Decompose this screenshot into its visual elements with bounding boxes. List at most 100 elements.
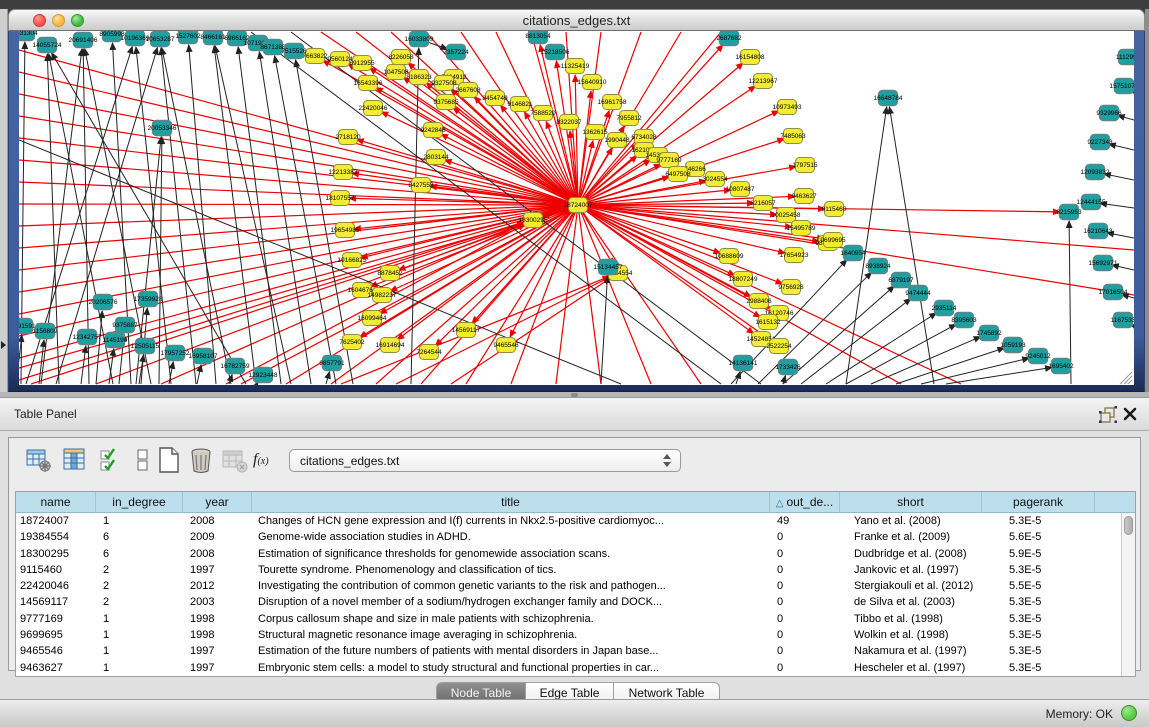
table-cell[interactable]: Franke et al. (2009) bbox=[840, 529, 982, 545]
table-cell[interactable]: de Silva et al. (2003) bbox=[840, 594, 982, 610]
table-cell[interactable]: Tourette syndrome. Phenomenology and cla… bbox=[252, 562, 770, 578]
graph-node[interactable]: 8427552 bbox=[408, 178, 434, 193]
graph-node[interactable]: 18107557 bbox=[326, 191, 355, 206]
graph-node[interactable]: 1145190 bbox=[103, 333, 128, 348]
citation-edge[interactable] bbox=[215, 46, 291, 384]
table-cell[interactable]: Genome-wide association studies in ADHD. bbox=[252, 529, 770, 545]
table-cell[interactable]: 1997 bbox=[183, 562, 252, 578]
graph-node[interactable]: 2803144 bbox=[423, 150, 449, 165]
graph-node[interactable]: 8454749 bbox=[482, 91, 508, 106]
scrollbar-thumb[interactable] bbox=[1124, 516, 1133, 535]
table-cell[interactable]: 0 bbox=[770, 529, 840, 545]
table-row[interactable]: 969969511998Structural magnetic resonanc… bbox=[16, 627, 1121, 643]
graph-node[interactable]: 9777169 bbox=[656, 153, 682, 168]
table-cell[interactable]: 2009 bbox=[183, 529, 252, 545]
table-cell[interactable]: 0 bbox=[770, 627, 840, 643]
table-cell[interactable]: 1998 bbox=[183, 611, 252, 627]
graph-node[interactable]: 1615132 bbox=[755, 315, 781, 330]
table-cell[interactable]: 0 bbox=[770, 562, 840, 578]
table-cell[interactable]: 9465546 bbox=[16, 643, 96, 659]
network-window-titlebar[interactable]: citations_edges.txt bbox=[8, 9, 1145, 31]
table-row[interactable]: 977716911998Corpus callosum shape and si… bbox=[16, 611, 1121, 627]
citation-edge-red[interactable] bbox=[396, 277, 610, 384]
table-cell[interactable]: 5.3E-5 bbox=[982, 513, 1095, 529]
canvas-resize-grip[interactable] bbox=[1128, 380, 1132, 384]
node-table[interactable]: namein_degreeyeartitle△out_de...shortpag… bbox=[15, 491, 1136, 677]
table-cell[interactable]: 0 bbox=[770, 546, 840, 562]
table-cell[interactable]: 5.3E-5 bbox=[982, 660, 1095, 676]
table-cell[interactable]: 49 bbox=[770, 513, 840, 529]
graph-node[interactable]: 9245012 bbox=[1025, 349, 1051, 364]
graph-node[interactable]: 6879197 bbox=[888, 273, 914, 288]
graph-node[interactable]: 9329966 bbox=[1096, 106, 1122, 121]
table-row[interactable]: 911546021997Tourette syndrome. Phenomeno… bbox=[16, 562, 1121, 578]
table-cell[interactable]: 5.5E-5 bbox=[982, 578, 1095, 594]
graph-node[interactable]: 6497508 bbox=[665, 167, 691, 182]
graph-node[interactable]: 12505115 bbox=[131, 339, 160, 354]
table-cell[interactable]: Yano et al. (2008) bbox=[840, 513, 982, 529]
table-cell[interactable]: 1 bbox=[96, 643, 183, 659]
graph-node[interactable]: 9375685 bbox=[433, 95, 459, 110]
table-cell[interactable]: 0 bbox=[770, 643, 840, 659]
close-panel-icon[interactable] bbox=[1122, 406, 1138, 422]
citation-edge-red[interactable] bbox=[511, 205, 578, 384]
graph-node[interactable]: 9857791 bbox=[319, 356, 345, 371]
graph-node[interactable]: 9242848 bbox=[420, 123, 446, 138]
graph-node[interactable]: 1831304 bbox=[19, 31, 38, 41]
graph-node[interactable]: 1695402 bbox=[1048, 359, 1074, 374]
graph-node[interactable]: 1167533 bbox=[1111, 313, 1134, 328]
citation-edge[interactable] bbox=[238, 47, 281, 384]
column-header-pagerank[interactable]: pagerank bbox=[982, 492, 1095, 513]
graph-node[interactable]: 20206576 bbox=[89, 295, 118, 310]
graph-node[interactable]: 12093832 bbox=[1081, 165, 1110, 180]
table-cell[interactable]: 5.3E-5 bbox=[982, 611, 1095, 627]
table-cell[interactable]: 1997 bbox=[183, 660, 252, 676]
graph-node[interactable]: 17016504 bbox=[1099, 285, 1128, 300]
graph-node[interactable]: 6216057 bbox=[750, 196, 776, 211]
graph-node[interactable]: 16033809 bbox=[405, 32, 434, 47]
table-cell[interactable]: Corpus callosum shape and size in male p… bbox=[252, 611, 770, 627]
graph-node[interactable]: 7264544 bbox=[416, 345, 442, 360]
table-cell[interactable]: 1997 bbox=[183, 643, 252, 659]
graph-node[interactable]: 2667608 bbox=[455, 83, 481, 98]
table-row[interactable]: 946554611997Estimation of the future num… bbox=[16, 643, 1121, 659]
graph-node[interactable]: 20691406 bbox=[69, 33, 98, 48]
divider-handle[interactable] bbox=[571, 393, 578, 397]
table-cell[interactable]: 9777169 bbox=[16, 611, 96, 627]
graph-node[interactable]: 15640910 bbox=[578, 75, 607, 90]
graph-node[interactable]: 7625402 bbox=[339, 335, 365, 350]
graph-node[interactable]: 8186323 bbox=[406, 70, 432, 85]
graph-node[interactable]: 10807487 bbox=[726, 182, 755, 197]
table-cell[interactable]: 9115460 bbox=[16, 562, 96, 578]
graph-node[interactable]: 8322037 bbox=[556, 115, 582, 130]
table-cell[interactable]: 1 bbox=[96, 660, 183, 676]
graph-node[interactable]: 1640954 bbox=[840, 246, 866, 261]
graph-node[interactable]: 1047508 bbox=[383, 65, 409, 80]
graph-node[interactable]: 8878452 bbox=[377, 266, 403, 281]
table-cell[interactable]: 6 bbox=[96, 529, 183, 545]
graph-node[interactable]: 16648784 bbox=[874, 91, 903, 106]
graph-node[interactable]: 9146821 bbox=[507, 97, 533, 112]
table-cell[interactable]: Disruption of a novel member of a sodium… bbox=[252, 594, 770, 610]
table-cell[interactable]: 0 bbox=[770, 594, 840, 610]
graph-node[interactable]: 17654923 bbox=[780, 248, 809, 263]
graph-node[interactable]: 8395603 bbox=[951, 313, 977, 328]
table-settings-icon[interactable] bbox=[25, 446, 53, 474]
column-header-name[interactable]: name bbox=[16, 492, 96, 513]
graph-node[interactable]: 9375887 bbox=[112, 318, 138, 333]
delete-table-icon[interactable] bbox=[187, 446, 215, 474]
table-cell[interactable]: 2008 bbox=[183, 513, 252, 529]
citation-edge-red[interactable] bbox=[19, 205, 578, 248]
citation-edge[interactable] bbox=[601, 276, 607, 384]
graph-node[interactable]: 9463627 bbox=[791, 189, 817, 204]
table-cell[interactable]: 2012 bbox=[183, 578, 252, 594]
graph-node[interactable]: 8912955 bbox=[349, 56, 375, 71]
show-column-icon[interactable] bbox=[61, 446, 89, 474]
graph-node[interactable]: 8938924 bbox=[865, 259, 891, 274]
table-cell[interactable]: 1 bbox=[96, 627, 183, 643]
graph-node[interactable]: 17359928 bbox=[134, 292, 163, 307]
graph-node[interactable]: 1527602 bbox=[175, 31, 201, 44]
graph-node[interactable]: 1990448 bbox=[604, 133, 630, 148]
table-cell[interactable]: 5.3E-5 bbox=[982, 594, 1095, 610]
citation-edge[interactable] bbox=[921, 358, 1029, 384]
